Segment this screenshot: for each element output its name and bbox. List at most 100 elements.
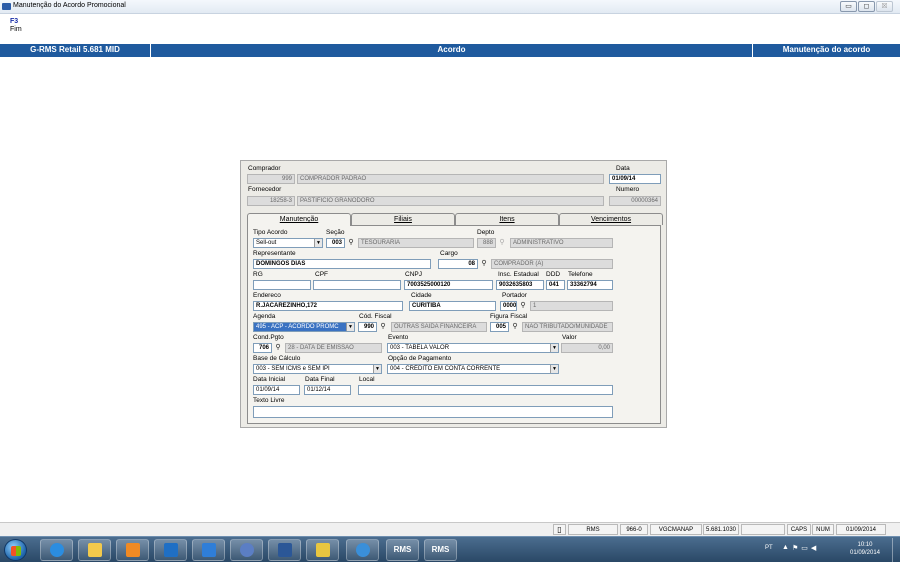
figura-fiscal-label: Figura Fiscal <box>490 313 528 320</box>
chevron-up-icon[interactable]: ▲ <box>782 544 789 551</box>
module-header: G-RMS Retail 5.681 MID Acordo Manutenção… <box>0 44 900 57</box>
rms-taskbar-button[interactable]: RMS <box>386 539 419 561</box>
data-inicial-label: Data Inicial <box>253 376 286 383</box>
tipo-acordo-label: Tipo Acordo <box>253 229 288 236</box>
clock[interactable]: 10:10 01/09/2014 <box>845 541 885 557</box>
figura-fiscal-code-field[interactable]: 005 <box>490 322 509 332</box>
binoculars-icon: ⚲ <box>499 239 505 246</box>
tipo-acordo-select[interactable]: Sell-out ▼ <box>253 238 323 248</box>
cond-pgto-label: Cond.Pgto <box>253 334 284 341</box>
cargo-code-field[interactable]: 08 <box>438 259 478 269</box>
rg-label: RG <box>253 271 263 278</box>
secao-label: Seção <box>326 229 345 236</box>
explorer-icon[interactable] <box>78 539 111 561</box>
windows-logo-icon <box>11 546 21 556</box>
binoculars-icon[interactable]: ⚲ <box>346 238 356 248</box>
binoculars-icon[interactable]: ⚲ <box>479 259 489 269</box>
chevron-down-icon[interactable]: ▼ <box>314 239 322 247</box>
app-icon[interactable] <box>230 539 263 561</box>
cidade-field[interactable]: CURITIBA <box>409 301 496 311</box>
texto-livre-label: Texto Livre <box>253 397 285 404</box>
status-bar: ▯ RMS 966-0 VGCMANAP 5.681.1030 CAPS NUM… <box>0 522 900 536</box>
manutencao-panel: Tipo Acordo Sell-out ▼ Seção 003 ⚲ TESOU… <box>247 225 661 424</box>
evento-select[interactable]: 003 - TABELA VALOR ▼ <box>387 343 559 353</box>
tab-manutencao[interactable]: Manutenção <box>247 213 351 226</box>
valor-field: 0,00 <box>561 343 613 353</box>
agenda-select[interactable]: 495 - ACP - ACORDO PROMC ▼ <box>253 322 355 332</box>
telefone-field[interactable]: 33362794 <box>567 280 613 290</box>
base-calculo-value: 003 - SEM ICMS e SEM IPI <box>256 366 330 372</box>
cod-fiscal-code-field[interactable]: 990 <box>358 322 377 332</box>
chevron-down-icon[interactable]: ▼ <box>550 365 558 373</box>
status-caps: CAPS <box>787 524 811 535</box>
status-user: VGCMANAP <box>650 524 702 535</box>
tab-vencimentos[interactable]: Vencimentos <box>559 213 663 225</box>
language-indicator[interactable]: PT <box>765 545 773 551</box>
clock-time: 10:10 <box>857 542 873 548</box>
binoculars-icon[interactable]: ⚲ <box>510 322 520 332</box>
binoculars-icon[interactable]: ⚲ <box>378 322 388 332</box>
outlook-icon[interactable] <box>154 539 187 561</box>
cond-pgto-code-field[interactable]: 706 <box>253 343 272 353</box>
close-button[interactable]: ☒ <box>876 1 893 12</box>
depto-name-field: ADMINISTRATIVO <box>510 238 613 248</box>
cidade-label: Cidade <box>411 292 432 299</box>
tab-filiais-label: Filiais <box>394 216 412 223</box>
header-screen: Manutenção do acordo <box>782 45 871 54</box>
tipo-acordo-value: Sell-out <box>256 240 277 246</box>
opcao-pagamento-select[interactable]: 004 - CRÉDITO EM CONTA CORRENTE ▼ <box>387 364 559 374</box>
fornecedor-name-field: PASTIFICIO GRANODORO <box>297 196 604 206</box>
local-field[interactable] <box>358 385 613 395</box>
data-field[interactable]: 01/09/14 <box>609 174 661 184</box>
word-icon[interactable] <box>268 539 301 561</box>
chevron-down-icon[interactable]: ▼ <box>373 365 381 373</box>
tab-filiais[interactable]: Filiais <box>351 213 455 225</box>
cnpj-field[interactable]: 7003525000120 <box>404 280 493 290</box>
start-button[interactable] <box>4 539 27 561</box>
status-app: RMS <box>568 524 618 535</box>
local-label: Local <box>359 376 375 383</box>
minimize-button[interactable]: ▭ <box>840 1 857 12</box>
endereco-field[interactable]: R.JACAREZINHO,172 <box>253 301 403 311</box>
portador-code-field[interactable]: 0000 <box>500 301 517 311</box>
chevron-down-icon[interactable]: ▼ <box>346 323 354 331</box>
cpf-label: CPF <box>315 271 328 278</box>
insc-estadual-field[interactable]: 9032635803 <box>496 280 544 290</box>
tab-manutencao-label: Manutenção <box>279 216 319 223</box>
tray-icons[interactable]: ⚑▭◀ <box>792 544 819 552</box>
lync-icon[interactable] <box>192 539 225 561</box>
chrome-icon[interactable] <box>346 539 379 561</box>
fornecedor-label: Fornecedor <box>248 186 282 193</box>
rms-taskbar-button[interactable]: RMS <box>424 539 457 561</box>
show-desktop-button[interactable] <box>892 538 898 562</box>
comprador-label: Comprador <box>248 165 281 172</box>
binoculars-icon[interactable]: ⚲ <box>273 343 283 353</box>
rg-field[interactable] <box>253 280 311 290</box>
chevron-down-icon[interactable]: ▼ <box>550 344 558 352</box>
data-inicial-field[interactable]: 01/09/14 <box>253 385 300 395</box>
cpf-field[interactable] <box>313 280 401 290</box>
cod-fiscal-label: Cód. Fiscal <box>359 313 392 320</box>
portador-name-field: 1 <box>530 301 613 311</box>
texto-livre-field[interactable] <box>253 406 613 418</box>
data-label: Data <box>616 165 630 172</box>
status-code: 966-0 <box>620 524 648 535</box>
secao-code-field[interactable]: 003 <box>326 238 345 248</box>
maximize-button[interactable]: ◻ <box>858 1 875 12</box>
ddd-field[interactable]: 041 <box>546 280 565 290</box>
f3-exit-button[interactable]: F3 Fim <box>10 18 22 33</box>
numero-field: 00000364 <box>609 196 661 206</box>
base-calculo-select[interactable]: 003 - SEM ICMS e SEM IPI ▼ <box>253 364 382 374</box>
depto-label: Depto <box>477 229 495 236</box>
media-player-icon[interactable] <box>116 539 149 561</box>
binoculars-icon[interactable]: ⚲ <box>518 301 528 311</box>
app2-icon[interactable] <box>306 539 339 561</box>
data-final-field[interactable]: 01/12/14 <box>304 385 351 395</box>
portador-label: Portador <box>502 292 527 299</box>
ie-icon[interactable] <box>40 539 73 561</box>
base-calculo-label: Base de Cálculo <box>253 355 301 362</box>
data-final-label: Data Final <box>305 376 335 383</box>
taskbar: RMS RMS PT ▲ ⚑▭◀ 10:10 01/09/2014 <box>0 536 900 562</box>
tab-itens[interactable]: Itens <box>455 213 559 225</box>
representante-field[interactable]: DOMINGOS DIAS <box>253 259 431 269</box>
